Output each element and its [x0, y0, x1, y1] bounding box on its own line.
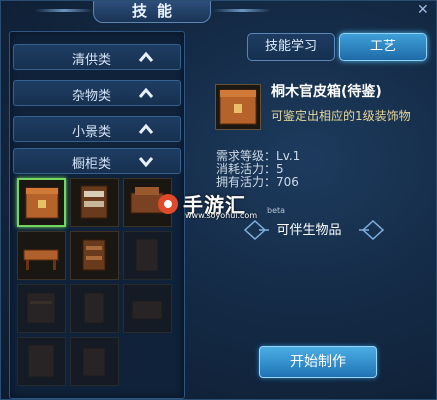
energy-cost-value: 5 — [276, 162, 284, 176]
rack-icon — [131, 300, 163, 320]
chest-of-drawers-icon — [82, 347, 106, 377]
category-label: 杂物类 — [72, 89, 112, 104]
display-shelf-icon — [82, 239, 106, 271]
item-slot-locked[interactable] — [123, 231, 172, 280]
item-slot-locked[interactable] — [123, 284, 172, 333]
energy-owned-row: 拥有活力：706 — [216, 175, 299, 189]
ornament-right-icon — [359, 219, 385, 241]
start-craft-button[interactable]: 开始制作 — [259, 346, 377, 378]
tab-skill-learn[interactable]: 技能学习 — [247, 33, 335, 61]
title-ornament-left — [35, 9, 93, 12]
close-button[interactable]: ✕ — [417, 2, 429, 18]
chest-icon — [219, 89, 257, 125]
bookshelf-icon — [26, 292, 56, 324]
required-level-value: Lv.1 — [276, 149, 301, 163]
energy-cost-label: 消耗活力： — [216, 162, 277, 176]
beta-tag: beta — [267, 206, 286, 215]
skill-window: 技能 ✕ 清供类 杂物类 小景类 橱柜类 技能学习 工艺 桐木官皮箱(待鉴) 可… — [0, 0, 437, 400]
chevron-up-icon — [138, 123, 154, 134]
item-slot-shelf[interactable] — [70, 178, 119, 227]
required-level-row: 需求等级：Lv.1 — [216, 149, 300, 163]
table-icon — [23, 249, 59, 270]
item-slot-leather-chest[interactable] — [17, 178, 66, 227]
category-xiaojing[interactable]: 小景类 — [13, 116, 181, 142]
category-label: 橱柜类 — [72, 157, 112, 172]
cupboard-icon — [83, 292, 105, 324]
wardrobe-icon — [135, 238, 159, 272]
item-slot-long-table[interactable] — [17, 231, 66, 280]
chevron-up-icon — [138, 87, 154, 98]
category-zawu[interactable]: 杂物类 — [13, 80, 181, 106]
item-slot-locked[interactable] — [17, 284, 66, 333]
title-ornament-right — [213, 9, 271, 12]
item-slot-locked[interactable] — [70, 284, 119, 333]
category-label: 清供类 — [72, 53, 112, 68]
chevron-up-icon — [138, 51, 154, 62]
category-label: 小景类 — [72, 125, 112, 140]
watermark-logo-icon — [158, 194, 178, 214]
required-level-label: 需求等级： — [216, 149, 277, 163]
item-slot-locked[interactable] — [70, 337, 119, 386]
energy-owned-value: 706 — [276, 175, 299, 189]
category-chugui[interactable]: 橱柜类 — [13, 148, 181, 174]
chest-icon — [25, 187, 59, 219]
category-qinggong[interactable]: 清供类 — [13, 44, 181, 70]
window-title: 技能 — [93, 1, 211, 23]
tall-cabinet-icon — [27, 344, 55, 378]
energy-owned-label: 拥有活力： — [216, 175, 277, 189]
energy-cost-row: 消耗活力：5 — [216, 162, 284, 176]
item-slot-locked[interactable] — [17, 337, 66, 386]
selected-item-icon — [215, 84, 261, 130]
chevron-down-icon — [138, 157, 154, 168]
item-slot-display-shelf[interactable] — [70, 231, 119, 280]
item-name: 桐木官皮箱(待鉴) — [271, 84, 382, 100]
companion-items-header: 可伴生物品 — [276, 223, 342, 238]
item-description: 可鉴定出相应的1级装饰物 — [271, 109, 411, 123]
shelf-icon — [80, 185, 108, 219]
tab-craft[interactable]: 工艺 — [339, 33, 427, 61]
